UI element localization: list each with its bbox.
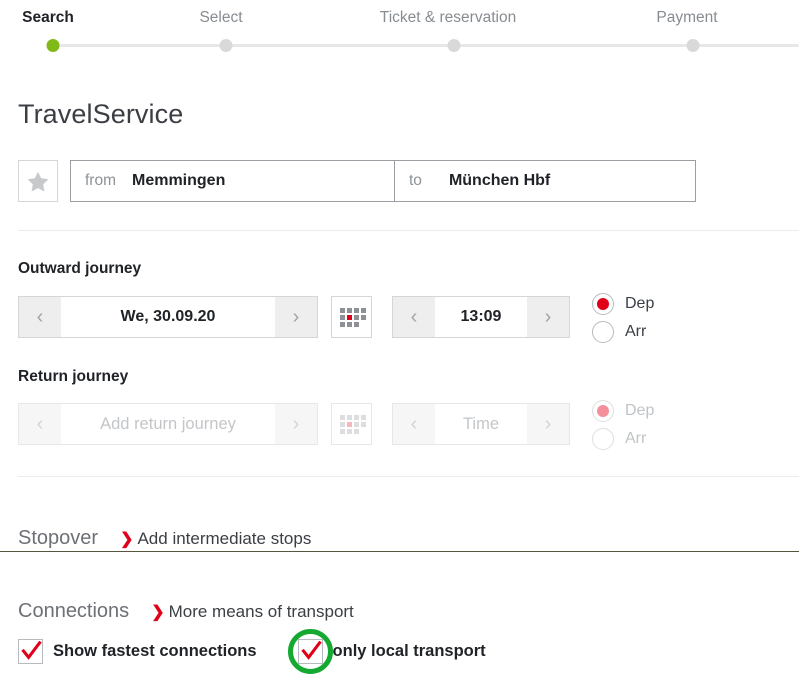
outward-date-value[interactable]: We, 30.09.20: [61, 297, 275, 337]
divider-connections: [0, 551, 799, 552]
from-value: Memmingen: [132, 172, 226, 189]
chevron-right-icon: ❯: [151, 604, 165, 621]
chevron-right-icon: ❯: [120, 531, 134, 548]
from-field[interactable]: from Memmingen: [70, 160, 420, 202]
stepper-step-ticket-reservation[interactable]: Ticket & reservation: [380, 9, 516, 27]
return-journey-title: Return journey: [18, 368, 129, 385]
radio-selected-icon: [592, 293, 614, 315]
star-icon: [27, 171, 49, 192]
show-fastest-connections-option[interactable]: Show fastest connections: [18, 639, 257, 664]
show-fastest-connections-checkbox[interactable]: [18, 639, 43, 664]
outward-journey-title: Outward journey: [18, 260, 142, 277]
radio-unselected-icon: [592, 321, 614, 343]
only-local-transport-checkbox[interactable]: [297, 639, 323, 664]
outward-calendar-button[interactable]: [331, 296, 372, 338]
from-label: from: [85, 172, 116, 189]
return-date-stepper[interactable]: ‹ Add return journey ›: [18, 403, 318, 445]
stepper-step-payment[interactable]: Payment: [656, 9, 717, 27]
connections-heading: Connections: [18, 600, 130, 622]
stepper-dot-payment[interactable]: [686, 39, 700, 52]
return-radio-dep-label: Dep: [625, 402, 655, 419]
return-radio-arr-label: Arr: [625, 430, 647, 447]
return-radio-dep[interactable]: Dep: [592, 397, 702, 425]
stepper-dot-ticket-reservation[interactable]: [447, 39, 461, 52]
calendar-icon: [340, 307, 366, 327]
outward-time-prev-button[interactable]: ‹: [393, 297, 435, 337]
favorite-button[interactable]: [18, 160, 58, 202]
return-time-value[interactable]: Time: [435, 404, 527, 444]
outward-time-value[interactable]: 13:09: [435, 297, 527, 337]
stepper-dot-select[interactable]: [219, 39, 233, 52]
return-date-value[interactable]: Add return journey: [61, 404, 275, 444]
page-title: TravelService: [18, 99, 184, 129]
divider-stations: [18, 230, 799, 231]
search-page: Search Select Ticket & reservation Payme…: [0, 0, 799, 677]
more-means-of-transport-link[interactable]: More means of transport: [169, 602, 354, 622]
return-date-next-button[interactable]: ›: [275, 404, 317, 444]
only-local-transport-label: only local transport: [332, 642, 486, 660]
show-fastest-connections-label: Show fastest connections: [53, 642, 257, 660]
add-intermediate-stops-link[interactable]: Add intermediate stops: [137, 529, 311, 549]
stepper-labels: Search Select Ticket & reservation Payme…: [0, 0, 799, 34]
divider-journey: [18, 476, 799, 477]
return-time-prev-button[interactable]: ‹: [393, 404, 435, 444]
stepper-step-select[interactable]: Select: [199, 9, 242, 27]
radio-selected-icon: [592, 400, 614, 422]
calendar-icon: [340, 414, 366, 434]
stepper-dot-search[interactable]: [46, 39, 60, 52]
to-value: München Hbf: [448, 172, 551, 189]
to-label: to: [409, 172, 422, 189]
connection-options: Show fastest connections only local tran…: [18, 639, 486, 664]
stopover-row: Stopover ❯ Add intermediate stops: [18, 527, 311, 550]
radio-unselected-icon: [592, 428, 614, 450]
outward-dep-arr-radios: Dep Arr: [592, 290, 702, 346]
outward-radio-dep[interactable]: Dep: [592, 290, 702, 318]
stepper-step-search[interactable]: Search: [22, 9, 74, 27]
stopover-heading: Stopover: [18, 527, 99, 549]
outward-date-stepper[interactable]: ‹ We, 30.09.20 ›: [18, 296, 318, 338]
return-calendar-button[interactable]: [331, 403, 372, 445]
outward-time-stepper[interactable]: ‹ 13:09 ›: [392, 296, 570, 338]
only-local-transport-option[interactable]: only local transport: [297, 639, 486, 664]
outward-radio-arr-label: Arr: [625, 323, 647, 340]
outward-date-next-button[interactable]: ›: [275, 297, 317, 337]
outward-radio-arr[interactable]: Arr: [592, 318, 702, 346]
return-dep-arr-radios: Dep Arr: [592, 397, 702, 453]
outward-radio-dep-label: Dep: [625, 295, 655, 312]
return-date-prev-button[interactable]: ‹: [19, 404, 61, 444]
to-field[interactable]: to München Hbf: [394, 160, 696, 202]
return-time-stepper[interactable]: ‹ Time ›: [392, 403, 570, 445]
connections-row: Connections ❯ More means of transport: [18, 600, 354, 623]
return-radio-arr[interactable]: Arr: [592, 425, 702, 453]
return-time-next-button[interactable]: ›: [527, 404, 569, 444]
outward-date-prev-button[interactable]: ‹: [19, 297, 61, 337]
progress-stepper: Search Select Ticket & reservation Payme…: [0, 0, 799, 56]
outward-time-next-button[interactable]: ›: [527, 297, 569, 337]
